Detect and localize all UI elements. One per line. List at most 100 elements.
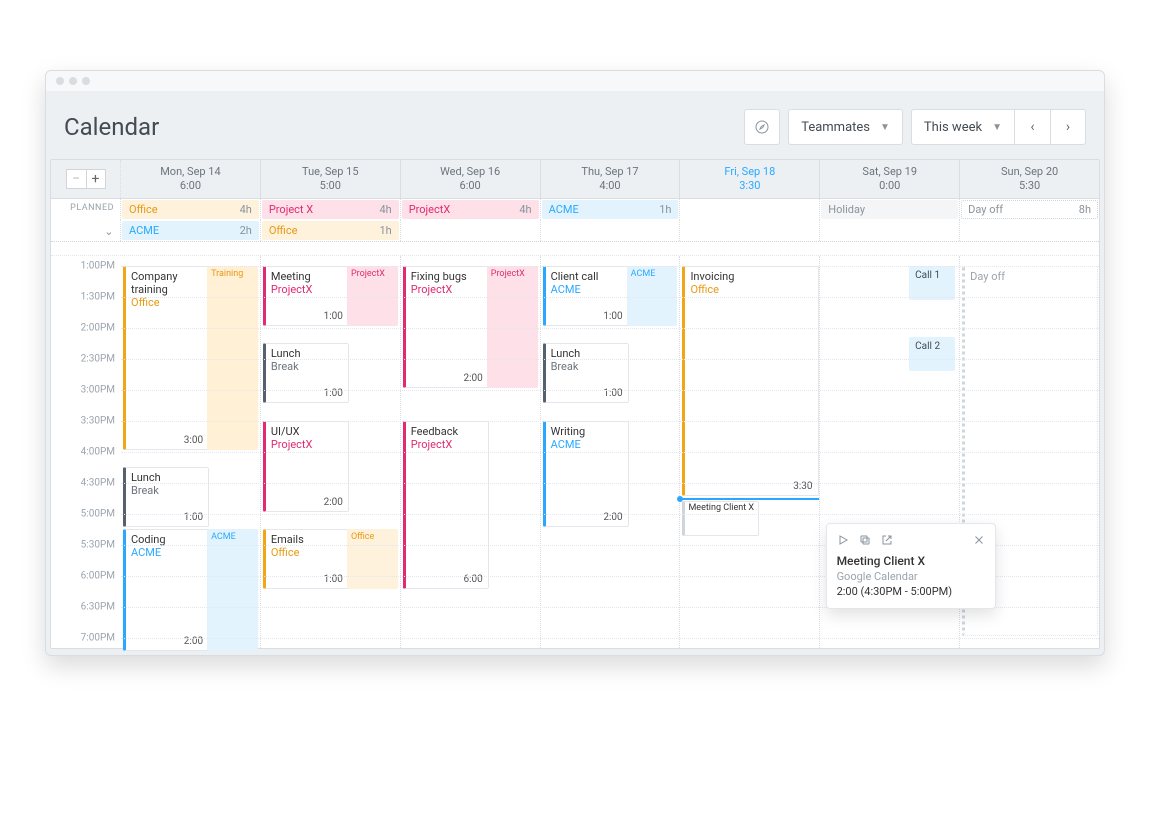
event-project: ACME [551,283,623,296]
chip-hours: 1h [659,203,671,216]
day-column[interactable]: Fixing bugsProjectX2:00ProjectXFeedbackP… [401,256,541,648]
popover-title: Meeting Client X [837,554,985,568]
event-title: Meeting [271,270,311,283]
prev-week-button[interactable]: ‹ [1014,109,1050,145]
event-tag[interactable]: Training [207,266,258,450]
event-project: Break [551,360,623,373]
planned-chip[interactable]: ACME2h [122,221,259,240]
day-total: 6:00 [401,179,540,193]
day-total: 0:00 [820,179,959,193]
event-title: Fixing bugs [411,270,467,283]
event-block[interactable]: CodingACME2:00 [123,529,209,651]
event-duration: 1:00 [324,311,343,322]
teammates-dropdown[interactable]: Teammates ▼ [788,109,903,145]
event-block[interactable]: Company trainingOffice3:00 [123,266,209,450]
day-column[interactable]: InvoicingOffice3:30 Meeting Client X [680,256,820,648]
event-duration: 6:00 [464,574,483,585]
event-block[interactable]: EmailsOffice1:00 [263,529,349,589]
header: Calendar Teammates ▼ This week ▼ ‹ › [46,91,1104,159]
event-project: ProjectX [411,438,483,451]
chevron-down-icon[interactable]: ⌄ [100,225,114,239]
time-tick: 3:30PM [81,415,115,426]
event-title: Invoicing [690,270,734,283]
call-pill[interactable]: Call 1 [909,266,955,300]
day-header[interactable]: Mon, Sep 146:00 [121,160,261,198]
day-header-row: − + Mon, Sep 146:00Tue, Sep 155:00Wed, S… [51,160,1099,199]
event-tag[interactable]: ACME [207,529,258,651]
day-header[interactable]: Fri, Sep 183:30 [680,160,820,198]
event-block[interactable]: UI/UXProjectX2:00 [263,421,349,512]
event-block[interactable]: FeedbackProjectX6:00 [403,421,489,590]
time-tick: 6:00PM [81,570,115,581]
planned-chip[interactable]: Holiday [821,200,958,219]
day-column[interactable]: Client callACME1:00ACMELunchBreak1:00Wri… [541,256,681,648]
event-duration: 1:00 [603,388,622,399]
day-header[interactable]: Tue, Sep 155:00 [261,160,401,198]
time-tick: 6:30PM [81,601,115,612]
event-block[interactable]: InvoicingOffice3:30 [682,266,818,497]
event-title: Lunch [271,347,301,360]
event-block[interactable]: WritingACME2:00 [543,421,629,528]
event-block[interactable]: LunchBreak1:00 [123,467,209,527]
event-tag[interactable]: ACME [627,266,678,326]
day-column[interactable]: Company trainingOffice3:00Training LunchB… [121,256,261,648]
event-title: Client call [551,270,599,283]
event-title: Meeting Client X [688,503,754,513]
event-tag[interactable]: ProjectX [347,266,398,326]
day-label: Sun, Sep 20 [1001,165,1058,178]
planned-chip[interactable]: ProjectX4h [402,200,539,219]
event-block[interactable]: Fixing bugsProjectX2:00 [403,266,489,388]
event-tag[interactable]: Office [347,529,398,589]
chip-hours: 1h [379,224,391,237]
planned-chip[interactable]: Office4h [122,200,259,219]
day-header[interactable]: Wed, Sep 166:00 [401,160,541,198]
external-link-icon[interactable] [881,534,893,546]
day-total: 5:00 [261,179,400,193]
chip-hours: 4h [240,203,252,216]
planned-chip[interactable]: Office1h [262,221,399,240]
range-dropdown[interactable]: This week ▼ [911,109,1014,145]
day-header[interactable]: Sun, Sep 205:30 [960,160,1099,198]
chip-label: ACME [549,203,579,216]
range-controls: This week ▼ ‹ › [911,109,1086,145]
compass-button[interactable] [744,109,780,145]
event-tag[interactable]: ProjectX [487,266,538,388]
day-label: Mon, Sep 14 [160,165,220,178]
play-icon[interactable] [837,534,849,546]
range-label: This week [924,120,982,135]
day-label: Wed, Sep 16 [440,165,500,178]
time-grid[interactable]: 1:00PM1:30PM2:00PM2:30PM3:00PM3:30PM4:00… [51,256,1099,648]
planned-expander-cell: ⌄ [51,220,121,241]
planned-chip[interactable]: Day off8h [961,200,1098,219]
close-icon[interactable] [973,534,985,546]
day-column[interactable]: MeetingProjectX1:00ProjectX LunchBreak1:0… [261,256,401,648]
event-block[interactable]: LunchBreak1:00 [543,343,629,403]
day-label: Tue, Sep 15 [302,165,358,178]
zoom-out-button[interactable]: − [66,169,86,189]
event-project: ACME [551,438,623,451]
day-header[interactable]: Sat, Sep 190:00 [820,160,960,198]
event-block[interactable]: LunchBreak1:00 [263,343,349,403]
day-total: 3:30 [680,179,819,193]
chip-label: Holiday [828,203,865,216]
event-block[interactable]: MeetingProjectX1:00 [263,266,349,326]
time-tick: 1:00PM [81,260,115,271]
event-block[interactable]: Meeting Client X [682,501,758,536]
day-label: Thu, Sep 17 [581,165,638,178]
zoom-in-button[interactable]: + [86,169,106,189]
planned-chip[interactable]: ACME 1h [542,200,679,219]
copy-icon[interactable] [859,534,871,546]
calendar: − + Mon, Sep 146:00Tue, Sep 155:00Wed, S… [50,159,1100,649]
day-header[interactable]: Thu, Sep 174:00 [541,160,681,198]
chip-hours: 8h [1079,203,1091,216]
event-block[interactable]: Client callACME1:00 [543,266,629,326]
call-pill[interactable]: Call 2 [909,337,955,371]
chevron-down-icon: ▼ [992,122,1002,133]
next-week-button[interactable]: › [1050,109,1086,145]
chevron-right-icon: › [1066,119,1070,135]
event-title: Coding [131,533,166,546]
teammates-label: Teammates [801,120,870,135]
event-duration: 3:00 [184,435,203,446]
planned-chip[interactable]: Project X4h [262,200,399,219]
time-tick: 7:00PM [81,632,115,643]
